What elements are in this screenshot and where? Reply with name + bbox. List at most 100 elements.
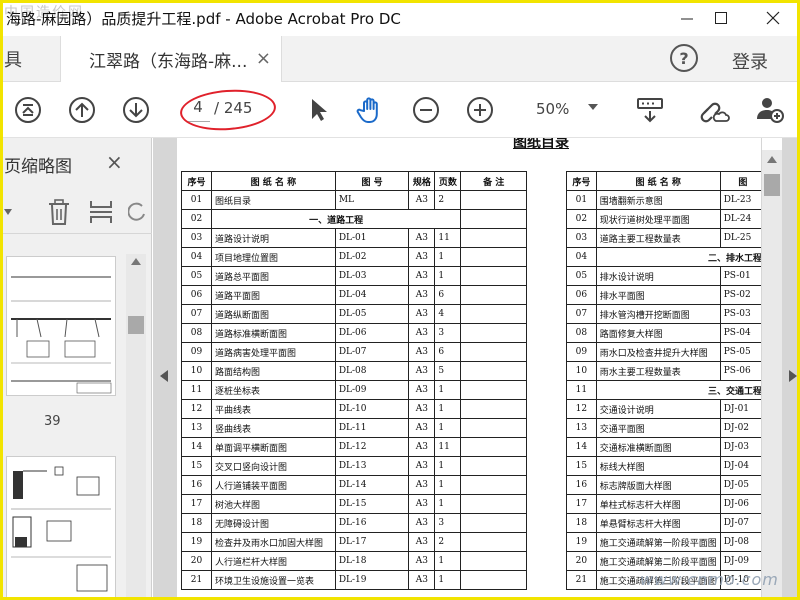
row-number: 03: [181, 228, 212, 248]
row-number: 13: [566, 418, 597, 438]
drawing-name: 雨水口及检查井提升大样图: [595, 342, 721, 362]
paper-size: A3: [408, 418, 436, 438]
drawing-code: DJ-02: [719, 418, 761, 438]
tab-tools[interactable]: 具: [0, 36, 30, 82]
remark-cell: [460, 532, 527, 552]
paper-size: A3: [408, 361, 436, 381]
drawing-code: PS-03: [719, 304, 761, 324]
login-button[interactable]: 登录: [732, 48, 768, 74]
rotate-icon[interactable]: [128, 200, 146, 224]
drawing-code: DL-13: [334, 456, 410, 476]
row-number: 21: [181, 570, 212, 590]
zoom-in-button[interactable]: [464, 94, 496, 126]
select-tool-button[interactable]: [302, 94, 334, 126]
table-row: 09 雨水口及检查井提升大样图 PS-05: [566, 342, 761, 362]
row-number: 19: [181, 532, 212, 552]
pdf-page: 图纸目录 序号图 纸 名 称图 号规格 页数备 注 01 图纸目录 ML A3 2 02 一、…: [177, 138, 761, 600]
remark-cell: [460, 285, 527, 305]
row-number: 06: [566, 285, 597, 305]
page-thumbnail[interactable]: [6, 256, 116, 396]
arrow-up-icon: [69, 97, 95, 123]
next-page-button[interactable]: [120, 94, 152, 126]
first-page-button[interactable]: [12, 94, 44, 126]
table-row: 16 标志牌版面大样图 DJ-05: [566, 475, 761, 495]
thumbnail-page-number: 39: [44, 414, 61, 429]
table-row: 05 排水设计说明 PS-01: [566, 266, 761, 286]
paper-size: A3: [408, 532, 436, 552]
row-number: 10: [566, 361, 597, 381]
row-number: 15: [566, 456, 597, 476]
drawing-name: 道路纵断面图: [210, 304, 336, 324]
table-row: 01 图纸目录 ML A3 2: [181, 190, 527, 210]
scroll-up-icon[interactable]: [131, 258, 141, 265]
drawing-name: 平曲线表: [210, 399, 336, 419]
delete-icon[interactable]: [46, 198, 72, 226]
maximize-button[interactable]: [700, 4, 742, 32]
tab-document[interactable]: 江翠路（东海路-麻... ×: [60, 36, 282, 82]
document-tab-label: 江翠路（东海路-麻...: [89, 51, 248, 72]
drawing-name: 标线大样图: [595, 456, 721, 476]
drawing-name: 交叉口竖向设计图: [210, 456, 336, 476]
paper-size: A3: [408, 247, 436, 267]
remark-cell: [460, 266, 527, 286]
insert-page-icon[interactable]: [88, 198, 114, 226]
row-number: 02: [566, 209, 597, 229]
drawing-name: 无障碍设计图: [210, 513, 336, 533]
help-icon[interactable]: ?: [670, 44, 698, 72]
drawing-code: DL-17: [334, 532, 410, 552]
column-header: 图 纸 名 称: [210, 171, 336, 191]
row-number: 02: [181, 209, 212, 229]
page-count: 1: [434, 399, 462, 419]
paper-size: A3: [408, 494, 436, 514]
red-highlight-oval: [178, 86, 278, 134]
document-scrollbar[interactable]: [762, 138, 782, 600]
drawing-name: 排水平面图: [595, 285, 721, 305]
page-count: 2: [434, 532, 462, 552]
drawing-code: ML: [334, 190, 410, 210]
minimize-icon: [681, 18, 693, 20]
table-row: 08 道路标准横断面图 DL-06 A3 3: [181, 323, 527, 343]
drawing-code: DL-14: [334, 475, 410, 495]
page-thumbnail[interactable]: [6, 456, 116, 600]
prev-page-arrow-icon[interactable]: [160, 370, 168, 382]
panel-scroll-thumb[interactable]: [128, 316, 144, 334]
drawing-name: 施工交通疏解第二阶段平面图: [595, 551, 721, 571]
options-chevron-icon[interactable]: [4, 208, 12, 216]
table-row: 07 道路纵断面图 DL-05 A3 4: [181, 304, 527, 324]
drawing-code: DL-16: [334, 513, 410, 533]
drawing-code: DL-25: [719, 228, 761, 248]
tab-close-icon[interactable]: ×: [256, 48, 271, 69]
add-user-button[interactable]: [754, 94, 786, 126]
table-row: 17 树池大样图 DL-15 A3 1: [181, 494, 527, 514]
panel-scrollbar[interactable]: [126, 254, 146, 600]
section-title: 三、交通工程: [595, 380, 761, 400]
scroll-up-icon[interactable]: [767, 156, 777, 163]
next-page-arrow-icon[interactable]: [789, 370, 797, 382]
row-number: 11: [181, 380, 212, 400]
table-row: 10 雨水主要工程数量表 PS-06: [566, 361, 761, 381]
column-header: 页数: [434, 171, 462, 191]
page-count: 2: [434, 190, 462, 210]
zoom-level[interactable]: 50%: [536, 100, 569, 118]
prev-page-button[interactable]: [66, 94, 98, 126]
hand-tool-button[interactable]: [354, 94, 386, 126]
paper-size: A3: [408, 437, 436, 457]
panel-close-icon[interactable]: ×: [106, 150, 123, 174]
drawing-code: PS-01: [719, 266, 761, 286]
drawing-name: 路面修复大样图: [595, 323, 721, 343]
drawing-code: DL-12: [334, 437, 410, 457]
window-title: 海路-麻园路）品质提升工程.pdf - Adobe Acrobat Pro DC: [6, 10, 401, 28]
share-link-button[interactable]: [698, 94, 730, 126]
paper-size: A3: [408, 475, 436, 495]
chevron-down-icon[interactable]: [588, 104, 598, 110]
scroll-mode-button[interactable]: [634, 94, 666, 126]
remark-cell: [460, 209, 527, 229]
close-window-button[interactable]: [752, 4, 794, 32]
document-viewport[interactable]: 图纸目录 序号图 纸 名 称图 号规格 页数备 注 01 图纸目录 ML A3 2 02 一、…: [153, 138, 800, 600]
remark-cell: [460, 570, 527, 590]
cloud-link-icon: [700, 102, 730, 123]
zoom-out-button[interactable]: [410, 94, 442, 126]
remark-cell: [460, 380, 527, 400]
document-scroll-thumb[interactable]: [764, 174, 780, 196]
drawing-name: 人行道栏杆大样图: [210, 551, 336, 571]
